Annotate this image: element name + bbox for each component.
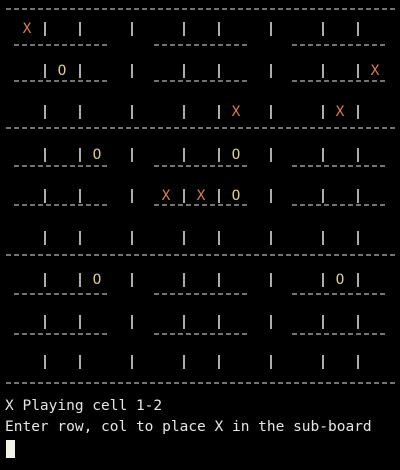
x-mark: X (370, 63, 380, 79)
terminal-window[interactable]: X O X X X O O X X O O O X Playing cell 1-2 Enter ro… (0, 0, 400, 470)
x-mark: X (196, 188, 206, 204)
status-line: X Playing cell 1-2 (5, 398, 163, 414)
o-mark: O (57, 63, 67, 79)
board-marks: X O X X X O O X X O O O (0, 0, 400, 390)
x-mark: X (231, 104, 241, 120)
o-mark: O (231, 188, 241, 204)
o-mark: O (92, 147, 102, 163)
x-mark: X (335, 104, 345, 120)
text-cursor[interactable] (6, 440, 15, 458)
o-mark: O (335, 272, 345, 288)
o-mark: O (231, 147, 241, 163)
o-mark: O (92, 272, 102, 288)
prompt-line: Enter row, col to place X in the sub-boa… (5, 419, 372, 435)
x-mark: X (161, 188, 171, 204)
x-mark: X (22, 21, 32, 37)
